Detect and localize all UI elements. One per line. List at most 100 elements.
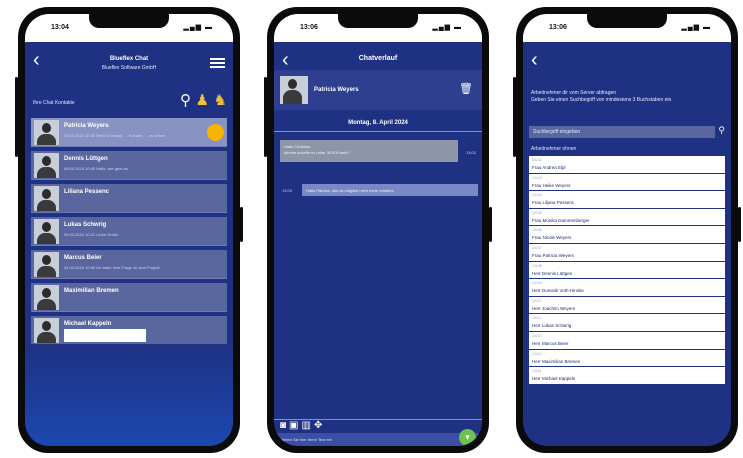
avatar [34,318,59,343]
employee-number: 10106 [532,228,542,233]
app-title: Blueflex Chat [109,56,149,62]
contact-name: Lukas Schwrig [64,222,107,228]
side-button [738,207,741,242]
employee-row[interactable]: 10108 Herr Dennis Lüttgen [529,261,725,280]
employee-number: 10107 [532,245,542,250]
notch [338,14,418,28]
contact-name: Liliana Pessenc [64,189,110,195]
contact-row[interactable]: Dennis Lüttgen 05.04.2024 10:30 Hallo, wi… [31,151,227,180]
search-input[interactable]: Suchbegriff eingeben [529,126,715,138]
employee-number: 10103 [532,175,542,180]
status-bar: 13:06 ▂▄▆ ▬ [274,14,482,42]
employee-row[interactable]: 10114 Herr Michael Kappeln [529,367,725,385]
employee-name: Frau Heike Weyers [532,182,571,188]
contact-row[interactable]: Lukas Schwrig 04.04.2024 10:21 Liebe Grüß… [31,217,227,246]
employee-row[interactable]: 10105 Frau Monika Dammenberger [529,208,725,227]
contact-row[interactable]: Marcus Beier 04.04.2024 10:00 Ich habe ei… [31,250,227,279]
employee-number: 10108 [532,263,542,268]
side-button [513,77,516,157]
unread-badge [207,124,224,141]
side-button [264,77,267,157]
contact-preview: 05.04.2024 10:30 Hallo, wie geht es [64,166,128,171]
info-text: Arbeitnehmer dir vom Server abfragen Geb… [531,90,673,103]
message-input[interactable]: Geben Sie hier Ihren Text ein ▾ [274,429,482,446]
employee-row[interactable]: 10113 Herr Maximilian Bremen [529,349,725,368]
avatar [34,186,59,211]
side-button [240,207,243,242]
date-separator: Montag, 8. April 2024 [274,116,482,132]
notch [89,14,169,28]
back-arrow-icon[interactable]: ‹ [531,50,538,70]
contact-row[interactable]: Maximilian Bremen [31,283,227,312]
contact-row[interactable]: Michael Kappeln [31,316,227,345]
image-icon[interactable]: ▣ [289,420,301,431]
screen: 13:06 ▂▄▆ ▬ ‹ Chatverlauf Patricia Weyer… [274,14,482,446]
status-time: 13:06 [549,24,567,31]
employee-row[interactable]: 10111 Herr Lukas Schwrig [529,314,725,332]
contact-name: Dennis Lüttgen [64,156,108,162]
employee-number: 10111 [532,316,542,321]
move-icon[interactable]: ✥ [314,420,325,431]
employee-number: 10102 [532,158,542,162]
contact-name: Patricia Weyers [64,123,109,129]
side-button [15,77,18,157]
trash-icon[interactable]: ▥ [302,420,314,431]
employee-row[interactable]: 10106 Frau Nicole Weyers [529,226,725,244]
user-icon[interactable]: ♟ [196,93,209,109]
status-time: 13:04 [51,24,69,31]
employee-name: Herr Maximilian Bremen [532,358,581,364]
avatar [34,219,59,244]
send-button[interactable]: ▾ [459,429,476,446]
message-placeholder: Geben Sie hier Ihren Text ein [280,437,332,442]
message-time: 13:03 [282,188,293,193]
employee-number: 10112 [532,333,542,338]
chat-toolbar: ◙▣▥✥ [274,419,482,433]
contact-preview: 05.04.2024 10:50 Hallo Christian, ... Sc… [64,133,166,138]
signal-wifi-battery-icon: ▂▄▆ ▬ [183,24,213,31]
message-incoming: Hallo Christian, könnte schaffe es unter… [280,140,458,162]
phone-contacts: 13:04 ▂▄▆ ▬ ‹ Blueflex Chat Blueflex Sof… [15,7,243,453]
app-subtitle: Blueflex Software GmbH [101,65,157,71]
employee-row[interactable]: 10109 Herr Dominik Voth-Hinske [529,279,725,297]
employee-name: Frau Patricia Weyers [532,252,574,258]
signal-wifi-battery-icon: ▂▄▆ ▬ [681,24,711,31]
search-icon[interactable]: ⚲ [718,125,725,136]
employee-row[interactable]: 10103 Frau Heike Weyers [529,173,725,192]
side-button [489,207,492,242]
employee-number: 10113 [532,351,542,356]
avatar [280,76,308,104]
employee-row[interactable]: 10102 Frau Andrea Elpl [529,156,725,174]
employee-name: Frau Liljana Pessenc [532,200,575,206]
contact-name: Marcus Beier [64,255,102,261]
employee-row[interactable]: 10104 Frau Liljana Pessenc [529,191,725,209]
avatar [34,285,59,310]
phone-employee-search: 13:06 ▂▄▆ ▬ ‹ Arbeitnehmer dir vom Serve… [513,7,741,453]
status-bar: 13:06 ▂▄▆ ▬ [523,14,731,42]
employee-list: 10102 Frau Andrea Elpl 10103 Frau Heike Wey… [529,156,725,385]
app-header: ‹ [523,42,731,90]
camera-icon[interactable]: ◙ [280,420,289,431]
group-icon[interactable]: ♞ [214,93,227,109]
employee-name: Frau Andrea Elpl [532,165,566,170]
message-outgoing: Hallo Patricia, das ist möglich mein meh… [302,184,478,196]
employee-row[interactable]: 10107 Frau Patricia Weyers [529,243,725,262]
trash-icon[interactable]: 🗑 [459,82,473,95]
employee-name: Herr Lukas Schwrig [532,323,572,329]
avatar [34,120,59,145]
employee-name: Herr Dennis Lüttgen [532,270,573,276]
avatar [34,153,59,178]
employee-number: 10114 [532,369,542,374]
employee-row[interactable]: 10110 Herr Joachim Weyers [529,296,725,315]
employee-number: 10110 [532,298,542,303]
hamburger-icon[interactable] [210,58,225,68]
employee-row[interactable]: 10112 Herr Marcus Beier [529,331,725,350]
contact-row[interactable]: Patricia Weyers 05.04.2024 10:50 Hallo Ch… [31,118,227,147]
contact-preview: 04.04.2024 10:00 Ich habe eine Frage zu … [64,265,160,270]
employee-name: Herr Dominik Voth-Hinske [532,288,584,294]
avatar [34,252,59,277]
employee-name: Frau Monika Dammenberger [532,217,590,223]
screen: 13:06 ▂▄▆ ▬ ‹ Arbeitnehmer dir vom Serve… [523,14,731,446]
search-icon[interactable]: ⚲ [180,93,191,109]
contact-row[interactable]: Liliana Pessenc [31,184,227,213]
background-gradient [25,344,233,446]
